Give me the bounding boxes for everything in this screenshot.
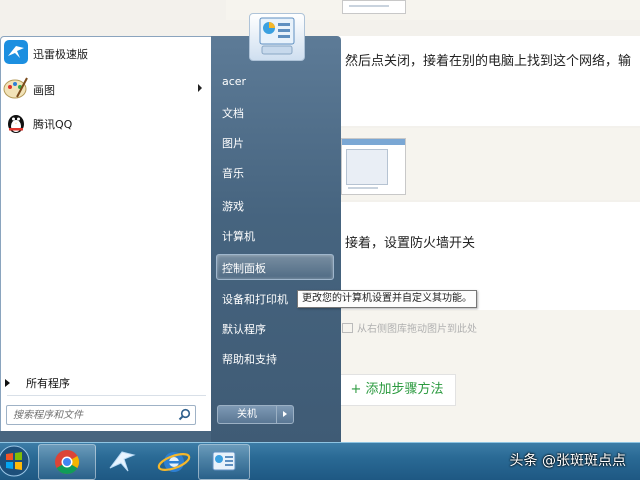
xunlei-icon — [109, 451, 136, 472]
taskbar-control-panel-button[interactable] — [198, 444, 250, 480]
xunlei-bird-icon — [4, 40, 28, 64]
paint-palette-icon — [3, 77, 28, 99]
search-input[interactable] — [13, 407, 173, 423]
upload-hint: 从右侧图库拖动图片到此处 — [342, 320, 477, 335]
program-item-qq[interactable]: 腾讯QQ — [3, 109, 210, 137]
image-icon — [342, 323, 353, 333]
start-menu-bottom-strip — [0, 431, 211, 442]
menu-item-pictures[interactable]: 图片 — [222, 135, 244, 151]
program-item-paint[interactable]: 画图 — [3, 75, 210, 103]
taskbar-chrome-button[interactable] — [38, 444, 96, 480]
article-thumbnail-top — [342, 0, 406, 14]
start-menu-programs-pane: 迅雷极速版 画图 腾讯QQ 所有程序 搜索程序和文件 — [0, 36, 213, 433]
start-orb-icon[interactable] — [0, 442, 36, 480]
shutdown-options-arrow-icon[interactable] — [276, 405, 294, 424]
expand-arrow-icon — [5, 379, 10, 387]
program-label: 迅雷极速版 — [33, 48, 88, 61]
user-picture[interactable] — [249, 13, 305, 61]
menu-item-games[interactable]: 游戏 — [222, 198, 244, 214]
program-label: 画图 — [33, 84, 55, 97]
control-panel-label: 控制面板 — [222, 262, 266, 275]
chrome-icon — [55, 450, 80, 475]
qq-penguin-icon — [8, 115, 24, 133]
watermark: 头条 @张斑斑点点 — [509, 453, 626, 469]
article-screenshot-thumbnail[interactable] — [341, 138, 406, 195]
article-text-2: 接着，设置防火墙开关 — [345, 236, 476, 251]
program-label: 腾讯QQ — [33, 118, 73, 131]
taskbar-ie-button[interactable] — [146, 444, 202, 478]
menu-item-control-panel[interactable]: 控制面板 — [216, 254, 334, 280]
add-step-button[interactable]: + 添加步骤方法 — [338, 374, 456, 406]
menu-item-help-support[interactable]: 帮助和支持 — [222, 351, 277, 367]
taskbar-xunlei-button[interactable] — [94, 444, 150, 478]
shutdown-button-group[interactable]: 关机 — [217, 405, 295, 424]
divider — [7, 395, 206, 396]
ie-browser-icon — [157, 452, 191, 472]
shutdown-button[interactable]: 关机 — [217, 405, 276, 424]
control-panel-tooltip: 更改您的计算机设置并自定义其功能。 — [297, 290, 477, 308]
submenu-arrow-icon[interactable] — [198, 84, 202, 92]
control-panel-icon — [259, 17, 295, 55]
menu-item-devices-printers[interactable]: 设备和打印机 — [222, 291, 288, 307]
menu-item-documents[interactable]: 文档 — [222, 105, 244, 121]
search-icon[interactable] — [178, 408, 191, 421]
taskbar: 头条 @张斑斑点点 — [0, 442, 640, 480]
start-menu-places-pane: acer 文档 图片 音乐 游戏 计算机 设备和打印机 默认程序 帮助和支持 — [211, 36, 341, 442]
article-text-1: 然后点关闭，接着在别的电脑上找到这个网络，输 — [345, 54, 632, 69]
menu-item-user[interactable]: acer — [222, 75, 246, 88]
all-programs-button[interactable]: 所有程序 — [5, 375, 70, 391]
program-item-xunlei[interactable]: 迅雷极速版 — [3, 39, 210, 67]
start-menu: 迅雷极速版 画图 腾讯QQ 所有程序 搜索程序和文件 acer 文档 图片 音乐… — [0, 36, 341, 442]
menu-item-computer[interactable]: 计算机 — [222, 228, 255, 244]
control-panel-icon — [212, 451, 236, 471]
menu-item-music[interactable]: 音乐 — [222, 165, 244, 181]
search-box[interactable] — [6, 405, 196, 425]
menu-item-default-programs[interactable]: 默认程序 — [222, 321, 266, 337]
